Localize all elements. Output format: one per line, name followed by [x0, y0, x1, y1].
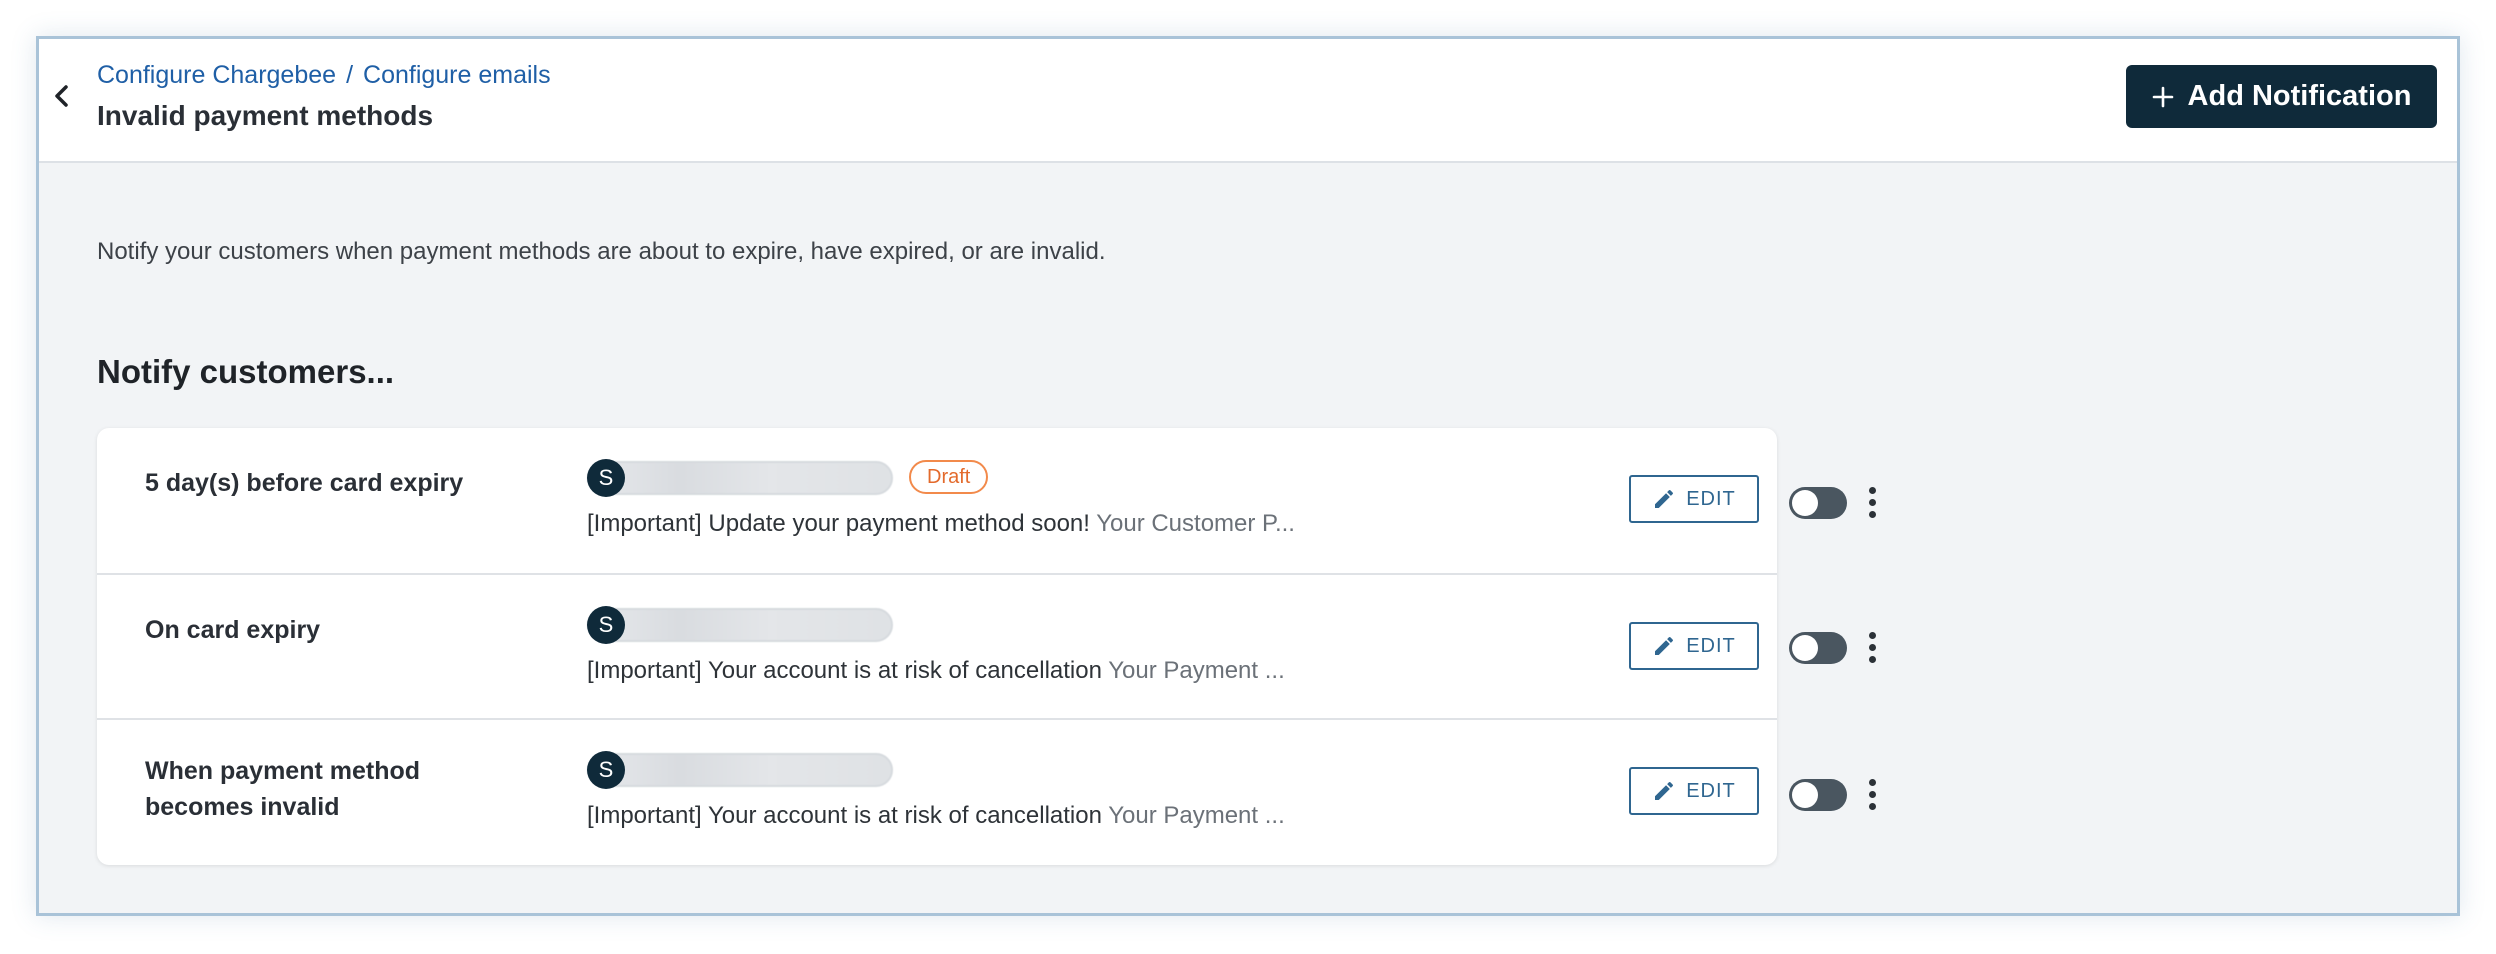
app-window: Configure Chargebee / Configure emails Inv…	[36, 36, 2460, 916]
notifications-card: 5 day(s) before card expiry S Draft [Imp…	[97, 428, 1777, 865]
edit-button[interactable]: EDIT	[1629, 475, 1759, 523]
sender-chip: S	[587, 606, 895, 644]
email-subject-text: [Important] Your account is at risk of c…	[587, 657, 1102, 684]
breadcrumb-separator: /	[346, 61, 354, 89]
notification-row: 5 day(s) before card expiry S Draft [Imp…	[97, 428, 1777, 573]
add-notification-button[interactable]: Add Notification	[2126, 65, 2437, 128]
edit-button-label: EDIT	[1686, 634, 1736, 657]
more-options-icon[interactable]	[1857, 625, 1887, 669]
sender-email-blurred	[587, 753, 893, 787]
email-subject: [Important] Update your payment method s…	[587, 510, 1295, 538]
add-notification-label: Add Notification	[2187, 80, 2412, 112]
email-preview-text: Your Customer P...	[1096, 510, 1295, 537]
sender-avatar: S	[587, 606, 625, 644]
email-subject-text: [Important] Your account is at risk of c…	[587, 802, 1102, 829]
sender-email-blurred	[587, 608, 893, 642]
chevron-left-icon	[55, 85, 68, 107]
more-options-icon[interactable]	[1857, 772, 1887, 816]
pencil-icon	[1655, 781, 1674, 800]
sender-email-blurred	[587, 461, 893, 495]
email-subject: [Important] Your account is at risk of c…	[587, 657, 1285, 685]
page-header: Configure Chargebee / Configure emails Inv…	[39, 39, 2457, 163]
breadcrumb-link-configure-emails[interactable]: Configure emails	[363, 61, 551, 89]
toggle-knob	[1792, 782, 1818, 808]
draft-badge: Draft	[909, 460, 989, 494]
sender-chip: S	[587, 459, 895, 497]
back-button[interactable]	[41, 75, 83, 117]
notification-row: On card expiry S [Important] Your accoun…	[97, 573, 1777, 718]
email-preview-text: Your Payment ...	[1108, 802, 1285, 829]
edit-button-label: EDIT	[1686, 487, 1736, 510]
notification-trigger-label: When payment method becomes invalid	[145, 757, 421, 821]
notification-row: When payment method becomes invalid S [I…	[97, 718, 1777, 865]
page-description: Notify your customers when payment metho…	[97, 238, 1106, 265]
breadcrumb: Configure Chargebee / Configure emails	[97, 61, 551, 90]
breadcrumb-link-configure-chargebee[interactable]: Configure Chargebee	[97, 61, 336, 89]
sender-avatar: S	[587, 751, 625, 789]
enable-toggle[interactable]	[1789, 632, 1847, 664]
page-title: Invalid payment methods	[97, 100, 434, 131]
more-options-icon[interactable]	[1857, 480, 1887, 524]
notification-trigger-label: 5 day(s) before card expiry	[145, 469, 464, 497]
email-preview-text: Your Payment ...	[1108, 657, 1285, 684]
pencil-icon	[1655, 636, 1674, 655]
email-subject: [Important] Your account is at risk of c…	[587, 802, 1285, 830]
toggle-knob	[1792, 635, 1818, 661]
notification-trigger-label: On card expiry	[145, 616, 321, 644]
edit-button-label: EDIT	[1686, 779, 1736, 802]
email-subject-text: [Important] Update your payment method s…	[587, 510, 1090, 537]
plus-icon	[2152, 86, 2173, 107]
section-title: Notify customers...	[97, 353, 395, 390]
sender-avatar: S	[587, 459, 625, 497]
pencil-icon	[1655, 489, 1674, 508]
edit-button[interactable]: EDIT	[1629, 767, 1759, 815]
enable-toggle[interactable]	[1789, 779, 1847, 811]
toggle-knob	[1792, 490, 1818, 516]
sender-chip: S	[587, 751, 895, 789]
edit-button[interactable]: EDIT	[1629, 622, 1759, 670]
enable-toggle[interactable]	[1789, 487, 1847, 519]
